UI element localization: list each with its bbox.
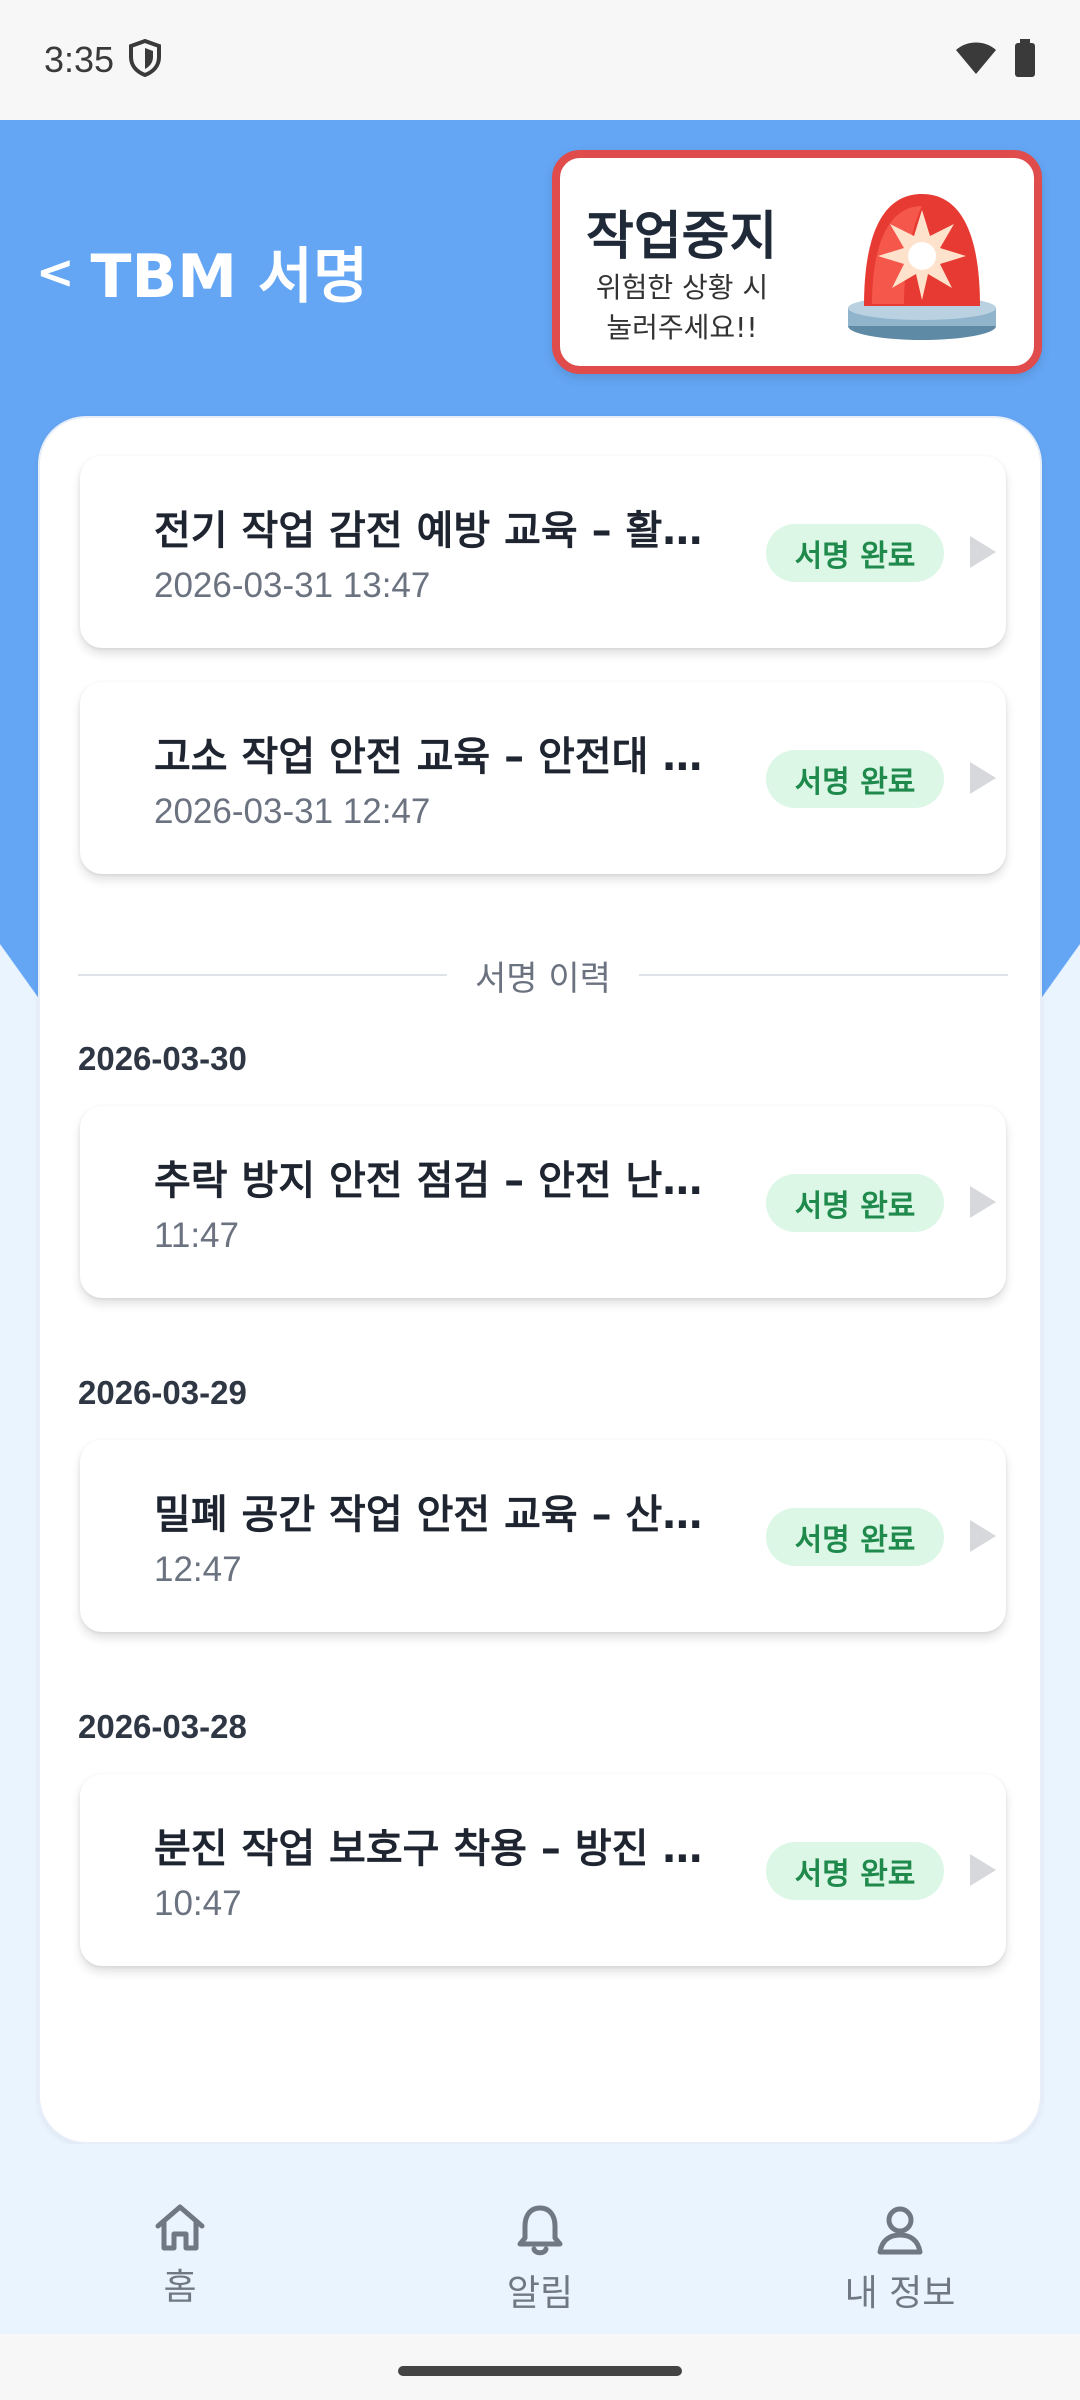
tbm-item-card[interactable]: 전기 작업 감전 예방 교육 – 활선 작업 시 유의사항 2026-03-31…	[80, 456, 1006, 648]
item-time: 10:47	[154, 1884, 242, 1923]
tbm-item-card[interactable]: 고소 작업 안전 교육 – 안전대 착용 및 점검 2026-03-31 12:…	[80, 682, 1006, 874]
nav-home[interactable]: 홈	[100, 2202, 260, 2310]
wifi-icon	[956, 41, 996, 79]
item-title: 고소 작업 안전 교육 – 안전대 착용 및 점검	[154, 734, 714, 780]
history-date-heading: 2026-03-30	[78, 1040, 247, 1077]
history-item-card[interactable]: 밀폐 공간 작업 안전 교육 – 산소 농도 측정 12:47 서명 완료	[80, 1440, 1006, 1632]
status-badge: 서명 완료	[766, 1842, 944, 1900]
status-left: 3:35	[44, 38, 162, 81]
work-stop-subtitle-line1: 위험한 상황 시	[595, 271, 769, 304]
battery-icon	[1014, 39, 1036, 81]
play-icon	[970, 762, 996, 794]
item-time: 2026-03-31 13:47	[154, 566, 431, 605]
nav-alerts[interactable]: 알림	[460, 2202, 620, 2316]
main-card: 전기 작업 감전 예방 교육 – 활선 작업 시 유의사항 2026-03-31…	[38, 416, 1042, 2144]
status-time: 3:35	[44, 39, 115, 80]
history-date-heading: 2026-03-29	[78, 1374, 247, 1411]
divider-line	[78, 974, 448, 976]
work-stop-button[interactable]: 작업중지 위험한 상황 시 눌러주세요!!	[552, 150, 1042, 374]
status-badge: 서명 완료	[766, 1174, 944, 1232]
work-stop-subtitle-line2: 눌러주세요!!	[606, 311, 758, 344]
status-badge: 서명 완료	[766, 1508, 944, 1566]
item-title: 분진 작업 보호구 착용 – 방진 마스크 사용법	[154, 1826, 714, 1872]
status-right	[956, 39, 1036, 81]
siren-icon	[848, 194, 996, 340]
divider-line	[638, 974, 1008, 976]
play-icon	[970, 1186, 996, 1218]
work-stop-subtitle: 위험한 상황 시 눌러주세요!!	[582, 268, 782, 348]
play-icon	[970, 1854, 996, 1886]
nav-profile[interactable]: 내 정보	[820, 2202, 980, 2316]
item-title: 추락 방지 안전 점검 – 안전 난간 설치 확인	[154, 1158, 714, 1204]
item-title: 전기 작업 감전 예방 교육 – 활선 작업 시 유의사항	[154, 508, 714, 554]
home-icon	[155, 2204, 205, 2251]
history-label: 서명 이력	[475, 958, 611, 999]
shield-icon	[128, 38, 162, 81]
system-nav-bar	[0, 2334, 1080, 2400]
item-time: 12:47	[154, 1550, 242, 1589]
bell-icon	[517, 2205, 563, 2256]
play-icon	[970, 1520, 996, 1552]
page-title: TBM 서명	[90, 242, 369, 312]
status-badge: 서명 완료	[766, 750, 944, 808]
nav-alerts-label: 알림	[506, 2273, 574, 2314]
history-item-card[interactable]: 분진 작업 보호구 착용 – 방진 마스크 사용법 10:47 서명 완료	[80, 1774, 1006, 1966]
item-title: 밀폐 공간 작업 안전 교육 – 산소 농도 측정	[154, 1492, 714, 1538]
nav-home-label: 홈	[163, 2267, 197, 2308]
status-bar: 3:35	[0, 0, 1080, 120]
history-date-heading: 2026-03-28	[78, 1708, 247, 1745]
work-stop-title: 작업중지	[586, 207, 778, 267]
status-badge: 서명 완료	[766, 524, 944, 582]
play-icon	[970, 536, 996, 568]
nav-profile-label: 내 정보	[844, 2273, 956, 2314]
item-time: 2026-03-31 12:47	[154, 792, 431, 831]
bottom-nav: 홈 알림 내 정보	[0, 2144, 1080, 2334]
user-icon	[877, 2206, 923, 2255]
history-item-card[interactable]: 추락 방지 안전 점검 – 안전 난간 설치 확인 11:47 서명 완료	[80, 1106, 1006, 1298]
back-button[interactable]: < TBM 서명	[36, 228, 368, 315]
item-time: 11:47	[154, 1216, 239, 1255]
back-chevron-icon: <	[36, 244, 75, 299]
history-divider: 서명 이력	[78, 950, 1008, 1000]
home-indicator[interactable]	[398, 2366, 682, 2376]
